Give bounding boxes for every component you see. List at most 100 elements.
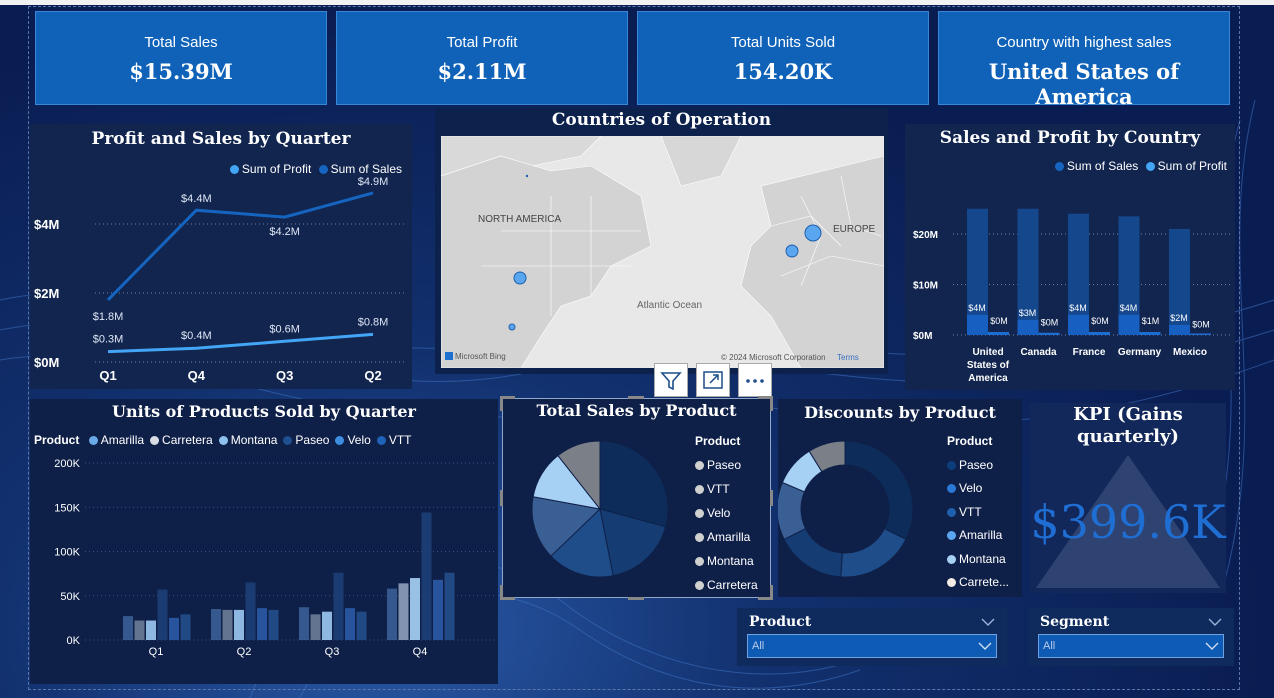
profit-bar-overlay [1169, 324, 1190, 335]
profit-data-label: $0.3M [93, 334, 124, 346]
sales-data-label: $1M [1142, 316, 1160, 326]
profit-data-label: $3M [1019, 308, 1037, 318]
unit-bar [433, 579, 443, 640]
legend-item: Paseo [695, 453, 758, 477]
kpi-label: Total Units Sold [730, 34, 836, 51]
y-tick-label: $0M [913, 331, 932, 342]
map-label-ocean: Atlantic Ocean [637, 300, 702, 311]
legend-item: VTT [947, 501, 1009, 525]
kpi-gains-card[interactable]: KPI (Gains quarterly) $399.6K [1030, 403, 1226, 593]
kpi-value: United States of America [988, 59, 1180, 109]
legend-item: Carrete... [947, 571, 1009, 595]
map-canvas[interactable]: NORTH AMERICA EUROPE Atlantic Ocean Micr… [441, 136, 884, 368]
unit-bar [222, 609, 233, 640]
discounts-product-chart[interactable]: Discounts by Product Product Paseo Velo VT… [778, 399, 1022, 597]
unit-bar [322, 611, 332, 640]
sales-data-label: $0M [990, 316, 1008, 326]
countries-map[interactable]: Countries of Operation NORTH AMERICA EUR… [435, 108, 888, 374]
unit-bar [257, 608, 267, 640]
y-tick-label: $4M [34, 217, 59, 232]
filter-icon [660, 372, 682, 391]
map-bing-logo: Microsoft Bing [455, 352, 506, 361]
chevron-down-icon[interactable] [981, 617, 995, 627]
kpi-card-top-country[interactable]: Country with highest sales United States… [938, 11, 1230, 109]
sales-data-label: $1.8M [93, 311, 124, 323]
more-options-icon [746, 379, 764, 383]
sales-line [106, 191, 374, 301]
profit-data-label: $2M [1170, 313, 1188, 323]
x-tick-label: Q3 [276, 368, 293, 383]
chevron-down-icon[interactable] [1208, 617, 1222, 627]
unit-bar [245, 582, 256, 640]
total-sales-product-chart[interactable]: Total Sales by Product Product Paseo VTT V… [502, 398, 771, 598]
sales-data-label: $4.4M [181, 193, 212, 205]
unit-bar [310, 614, 321, 640]
profit-bar-overlay [1017, 319, 1039, 335]
bing-icon [445, 352, 453, 360]
sales-data-label: $0M [1091, 316, 1109, 326]
y-tick-label: 0K [67, 635, 81, 647]
units-quarter-chart[interactable]: Units of Products Sold by Quarter Produc… [30, 399, 498, 684]
map-label-north-america: NORTH AMERICA [478, 214, 561, 225]
unit-bar [134, 620, 145, 640]
x-tick-label: United [972, 347, 1003, 358]
unit-bar [421, 512, 432, 640]
kpi-value: 154.20K [733, 59, 833, 84]
profit-bar [1139, 331, 1161, 335]
map-copyright: © 2024 Microsoft Corporation [721, 353, 826, 362]
report-canvas: Total Sales $15.39M Total Profit $2.11M … [0, 0, 1274, 698]
profit-bar [1089, 331, 1110, 335]
unit-bar [211, 609, 221, 640]
sales-profit-country-chart[interactable]: Sales and Profit by Country Sum of Sales… [905, 124, 1235, 390]
segment-dropdown[interactable]: All [1038, 634, 1224, 658]
unit-bar [268, 609, 279, 640]
x-tick-label: France [1073, 347, 1106, 358]
y-tick-label: $20M [913, 230, 938, 241]
profit-bar-overlay [967, 314, 988, 335]
map-terms-link[interactable]: Terms [837, 353, 859, 362]
x-tick-label: America [968, 373, 1008, 384]
legend-item: Carretera [695, 573, 758, 597]
kpi-card-total-profit[interactable]: Total Profit $2.11M [336, 11, 628, 105]
focus-mode-button[interactable] [696, 363, 730, 397]
kpi-card-total-units[interactable]: Total Units Sold 154.20K [637, 11, 929, 105]
profit-sales-quarter-chart[interactable]: Profit and Sales by Quarter Sum of Profi… [30, 124, 412, 389]
sales-data-label: $0M [1041, 318, 1059, 328]
x-tick-label: Q2 [364, 368, 381, 383]
sales-data-label: $4.2M [269, 226, 300, 238]
x-tick-label: Canada [1020, 347, 1057, 358]
kpi-value: $15.39M [129, 59, 233, 84]
unit-bar [444, 572, 455, 640]
profit-data-label: $4M [968, 303, 986, 313]
y-tick-label: $0M [34, 355, 59, 370]
profit-bar [1038, 332, 1060, 335]
unit-bar [299, 607, 309, 640]
bar-plot: 200K 150K 100K 50K 0K Q1 Q2 Q3 Q4 [54, 458, 495, 658]
product-slicer[interactable]: Product All [737, 608, 1007, 666]
profit-bar-overlay [1118, 314, 1140, 335]
profit-bar-overlay [1068, 314, 1089, 335]
filter-button[interactable] [654, 363, 688, 397]
x-tick-label: Q4 [188, 368, 206, 383]
x-tick-label: Mexico [1173, 347, 1207, 358]
focus-mode-icon [703, 371, 723, 389]
kpi-value: $399.6K [1030, 495, 1226, 549]
legend-item: VTT [695, 477, 758, 501]
unit-bar [157, 589, 168, 640]
segment-slicer[interactable]: Segment All [1028, 608, 1234, 666]
unit-bar [123, 616, 133, 640]
kpi-card-total-sales[interactable]: Total Sales $15.39M [35, 11, 327, 105]
slicer-label: Segment [1040, 614, 1110, 630]
x-tick-label: Q1 [99, 368, 116, 383]
more-options-button[interactable] [738, 363, 772, 397]
chart-legend: Product Paseo VTT Velo Amarilla Montana Carre… [695, 429, 758, 597]
unit-bar [234, 609, 244, 640]
chart-title: Countries of Operation [551, 110, 772, 130]
dropdown-value: All [752, 640, 765, 652]
unit-bar [398, 583, 409, 640]
chart-legend: Product Paseo Velo VTT Amarilla Montana Carre… [947, 430, 1009, 595]
unit-bar [180, 614, 191, 640]
kpi-value: $2.11M [437, 59, 527, 84]
product-dropdown[interactable]: All [747, 634, 997, 658]
profit-bar [1190, 333, 1211, 335]
